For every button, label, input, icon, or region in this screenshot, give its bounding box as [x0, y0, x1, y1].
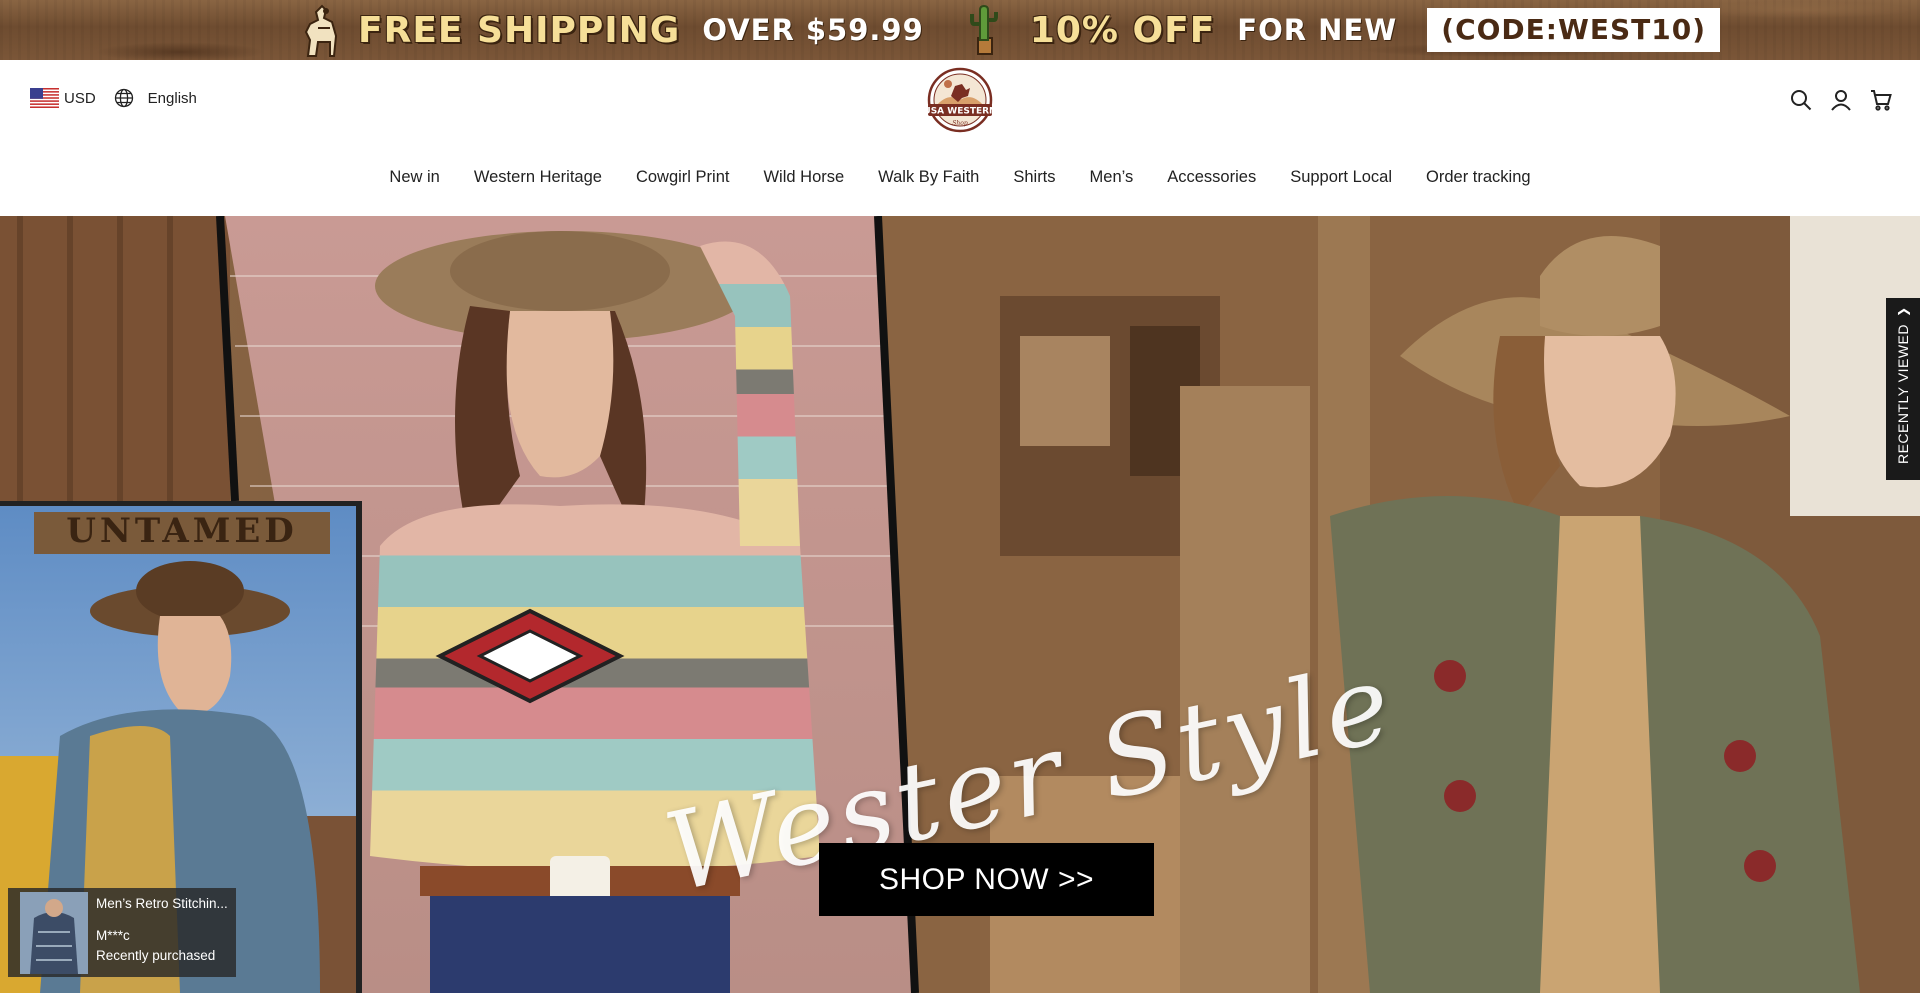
nav-new-in[interactable]: New in	[389, 168, 439, 187]
currency-selector[interactable]: USD	[64, 90, 96, 107]
language-selector[interactable]: English	[148, 90, 197, 107]
untamed-sign-text: UNTAMED	[66, 511, 298, 551]
discount-text: 10% OFF	[1029, 9, 1216, 51]
nav-order-tracking[interactable]: Order tracking	[1426, 168, 1531, 187]
chevron-icon: ❯	[1896, 306, 1910, 318]
usa-western-logo[interactable]: USA WESTERN Shop	[918, 66, 1002, 138]
nav-western-heritage[interactable]: Western Heritage	[474, 168, 602, 187]
shipping-threshold-text: OVER $59.99	[702, 13, 924, 47]
for-new-text: FOR NEW	[1237, 13, 1398, 47]
promo-content: FREE SHIPPING OVER $59.99 10% OFF FOR NE…	[300, 0, 1721, 60]
nav-accessories[interactable]: Accessories	[1167, 168, 1256, 187]
shop-now-button[interactable]: SHOP NOW >>	[819, 843, 1154, 916]
purchase-buyer: M***c	[96, 928, 130, 943]
purchase-status: Recently purchased	[96, 948, 216, 963]
horse-rider-icon	[304, 4, 338, 57]
nav-wild-horse[interactable]: Wild Horse	[763, 168, 844, 187]
locale-selector: USD English	[30, 88, 197, 108]
purchase-info: Men’s Retro Stitchin... M***c Recently p…	[96, 888, 228, 977]
product-thumbnail	[20, 892, 88, 974]
purchase-product-name: Men’s Retro Stitchin...	[96, 896, 228, 911]
main-nav: New in Western Heritage Cowgirl Print Wi…	[0, 168, 1920, 187]
nav-support-local[interactable]: Support Local	[1290, 168, 1392, 187]
site-header: USD English USA WESTERN Shop New in West	[0, 60, 1920, 216]
account-icon[interactable]	[1830, 89, 1852, 111]
nav-shirts[interactable]: Shirts	[1013, 168, 1055, 187]
nav-mens[interactable]: Men’s	[1090, 168, 1134, 187]
cactus-icon	[969, 4, 998, 55]
search-icon[interactable]	[1790, 89, 1812, 111]
recently-viewed-tab[interactable]: ❯ RECENTLY VIEWED	[1886, 298, 1920, 480]
logo-subtext: Shop	[952, 120, 968, 127]
recent-purchase-popup[interactable]: Men’s Retro Stitchin... M***c Recently p…	[8, 888, 236, 977]
nav-cowgirl-print[interactable]: Cowgirl Print	[636, 168, 730, 187]
promo-code-badge: (CODE:WEST10)	[1427, 8, 1721, 52]
globe-icon[interactable]	[114, 88, 134, 108]
us-flag-icon[interactable]	[30, 88, 59, 108]
logo-text: USA WESTERN	[923, 107, 996, 117]
recently-viewed-label: RECENTLY VIEWED	[1895, 324, 1911, 465]
nav-walk-by-faith[interactable]: Walk By Faith	[878, 168, 979, 187]
free-shipping-text: FREE SHIPPING	[358, 9, 681, 51]
cart-icon[interactable]	[1870, 89, 1892, 111]
header-actions	[1790, 89, 1892, 111]
promo-banner[interactable]: FREE SHIPPING OVER $59.99 10% OFF FOR NE…	[0, 0, 1920, 60]
